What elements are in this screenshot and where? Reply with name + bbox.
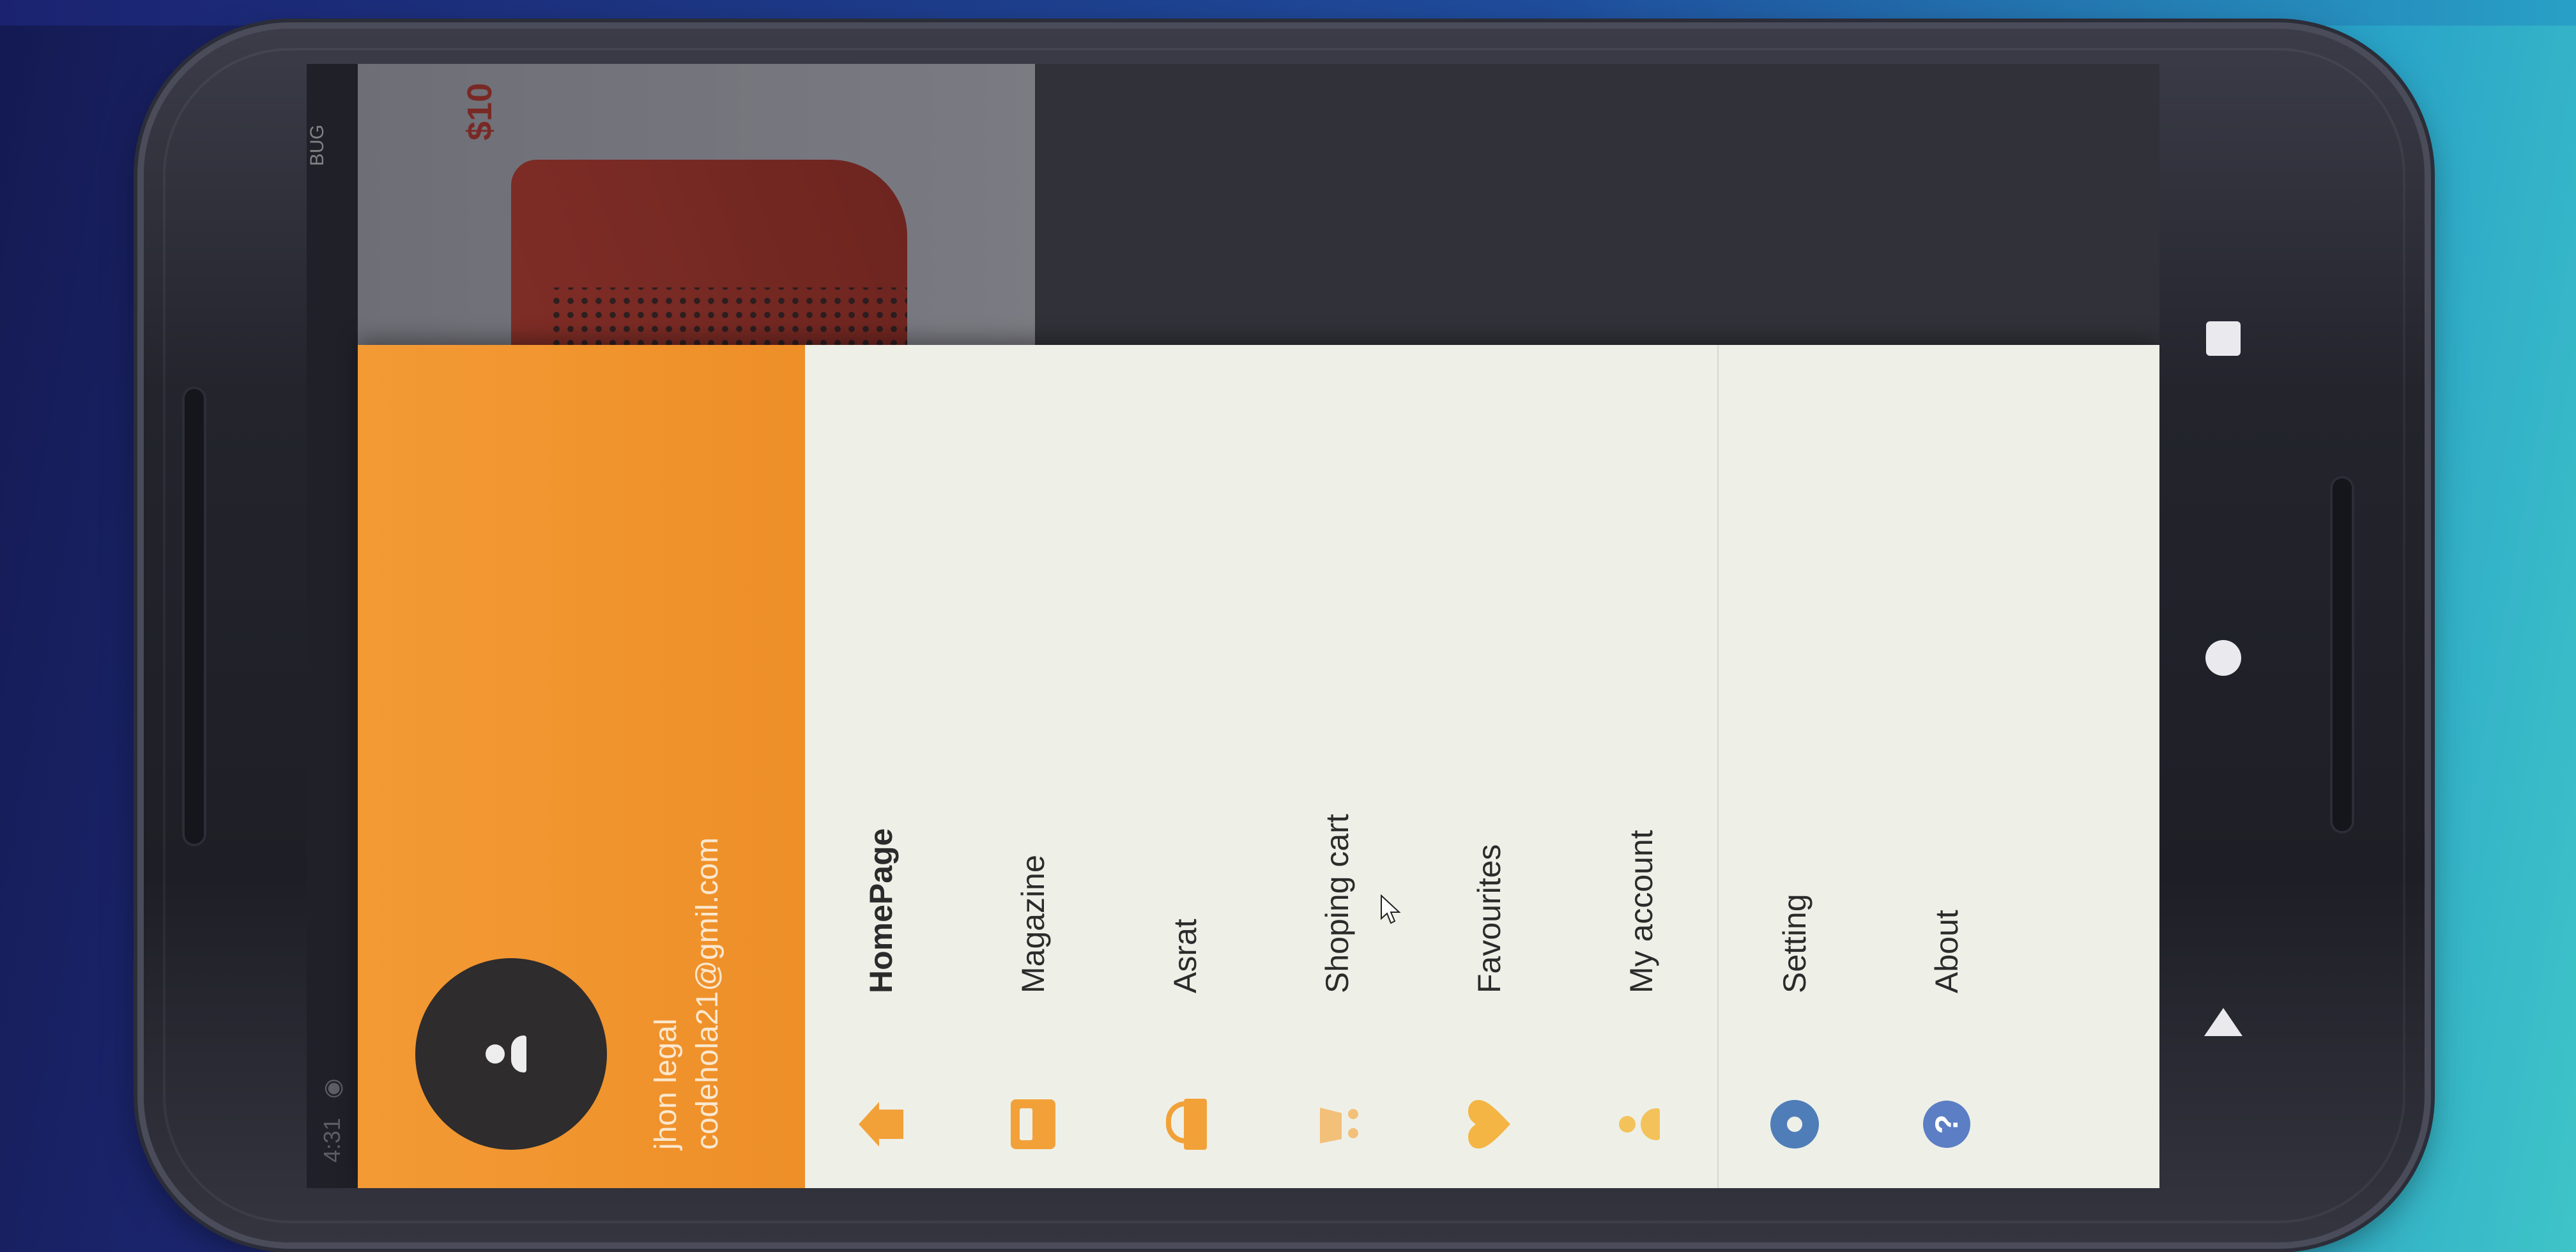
app-canvas: 4:31 ◉ $10 BUG jhon legal codehola21@gmi… (307, 64, 2159, 1188)
menu-item-homepage[interactable]: HomePage (805, 345, 957, 1188)
menu-item-label: Magazine (1015, 855, 1051, 993)
home-icon (859, 1102, 903, 1147)
desktop-background-strip (0, 0, 2576, 26)
phone-speaker (182, 386, 206, 846)
home-button[interactable] (2191, 626, 2255, 690)
user-name: jhon legal (649, 1018, 683, 1150)
menu-item-label: Setting (1777, 894, 1813, 993)
menu-item-shopping-cart[interactable]: Shoping cart (1261, 345, 1413, 1188)
gear-icon (1770, 1100, 1819, 1149)
menu-item-label: My account (1623, 830, 1659, 993)
back-button[interactable] (2191, 990, 2255, 1054)
person-icon (1619, 1108, 1664, 1140)
avatar[interactable] (415, 958, 607, 1150)
drawer-menu: HomePage Magazine Asrat Shoping cart Fav… (805, 345, 2023, 1188)
person-icon (486, 1035, 537, 1073)
menu-item-favourites[interactable]: Favourites (1413, 345, 1565, 1188)
drawer-header: jhon legal codehola21@gmil.com (358, 345, 805, 1188)
help-icon: ? (1923, 1101, 1970, 1148)
menu-item-magazine[interactable]: Magazine (957, 345, 1109, 1188)
menu-item-label: Shoping cart (1319, 814, 1355, 993)
menu-item-asrat[interactable]: Asrat (1109, 345, 1261, 1188)
phone-speaker-bottom (2330, 476, 2354, 834)
shopping-cart-icon (1315, 1099, 1360, 1150)
recent-apps-button[interactable] (2191, 307, 2255, 370)
menu-item-label: Asrat (1167, 919, 1203, 993)
system-navigation-bar (2159, 64, 2287, 1188)
menu-item-setting[interactable]: Setting (1719, 345, 1871, 1188)
user-email: codehola21@gmil.com (691, 837, 724, 1150)
phone-screen: 4:31 ◉ $10 BUG jhon legal codehola21@gmi… (307, 64, 2159, 1188)
menu-item-label: HomePage (863, 828, 899, 993)
menu-item-label: About (1929, 910, 1965, 993)
basket-icon (1166, 1099, 1204, 1150)
menu-item-about[interactable]: ? About (1871, 345, 2023, 1188)
mouse-pointer-icon (1381, 894, 1401, 924)
magazine-icon (1011, 1099, 1055, 1149)
heart-icon (1468, 1100, 1510, 1149)
menu-item-label: Favourites (1471, 844, 1507, 993)
menu-item-my-account[interactable]: My account (1565, 345, 1717, 1188)
navigation-drawer: jhon legal codehola21@gmil.com HomePage … (358, 345, 2159, 1188)
